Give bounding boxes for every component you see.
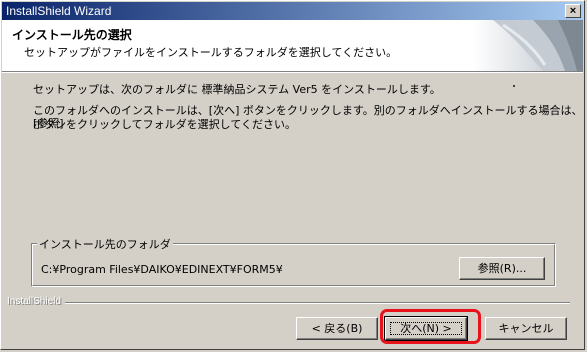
- installshield-brand: InstallShield: [7, 296, 61, 307]
- destination-folder-path: C:¥Program Files¥DAIKO¥EDINEXT¥FORM5¥: [41, 263, 283, 276]
- installshield-window: InstallShield Wizard × インストール先の選択 セットアップ…: [0, 0, 585, 350]
- title-bar: InstallShield Wizard ×: [2, 2, 583, 20]
- back-button[interactable]: < 戻る(B): [296, 317, 378, 340]
- close-button[interactable]: ×: [565, 4, 581, 18]
- install-description: セットアップは、次のフォルダに 標準納品システム Ver5 をインストールします…: [33, 83, 441, 96]
- instruction-line-2: ボタンをクリックしてフォルダを選択してください。: [33, 118, 297, 131]
- close-icon: ×: [569, 5, 577, 17]
- cancel-button[interactable]: キャンセル: [485, 317, 567, 340]
- next-button-highlight: [380, 309, 481, 344]
- wizard-header: インストール先の選択 セットアップがファイルをインストールするフォルダを選択して…: [2, 20, 583, 71]
- browse-button[interactable]: 参照(R)...: [459, 257, 545, 280]
- page-title: インストール先の選択: [12, 28, 132, 42]
- header-divider: [2, 71, 583, 73]
- footer-divider: [65, 302, 570, 304]
- window-title: InstallShield Wizard: [6, 4, 112, 18]
- wizard-banner-art: [473, 20, 583, 71]
- page-subtitle: セットアップがファイルをインストールするフォルダを選択してください。: [24, 46, 398, 59]
- stray-dot: [513, 85, 515, 87]
- destination-folder-label: インストール先のフォルダ: [37, 236, 173, 252]
